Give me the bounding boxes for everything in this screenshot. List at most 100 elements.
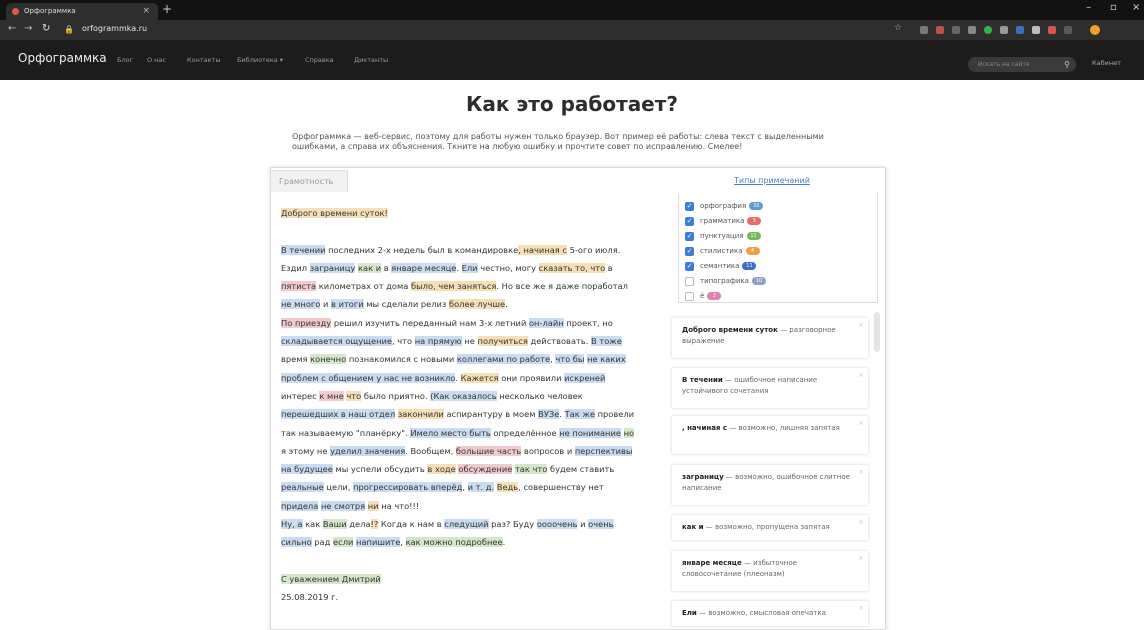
- menu-blog[interactable]: Блог: [117, 56, 133, 64]
- extension-icon[interactable]: [1064, 26, 1072, 34]
- back-icon[interactable]: ←: [8, 23, 16, 34]
- close-tab-icon[interactable]: ×: [142, 3, 150, 20]
- error-highlight[interactable]: конечно: [310, 354, 347, 365]
- error-highlight[interactable]: Ели: [461, 262, 478, 273]
- note-close-icon[interactable]: ×: [858, 517, 864, 528]
- error-highlight[interactable]: в итоги: [331, 299, 364, 310]
- error-highlight[interactable]: большие часть: [455, 445, 522, 456]
- forward-icon[interactable]: →: [24, 23, 32, 34]
- error-highlight[interactable]: он-лайн: [528, 317, 564, 328]
- error-highlight[interactable]: закончили: [397, 409, 444, 420]
- error-highlight[interactable]: коллегами по работе: [456, 354, 551, 365]
- error-highlight[interactable]: пятиста: [281, 281, 317, 292]
- error-highlight[interactable]: что: [346, 390, 362, 401]
- extension-icon[interactable]: [936, 26, 944, 34]
- site-logo[interactable]: Орфограммка: [18, 51, 107, 65]
- error-highlight[interactable]: на прямую: [414, 336, 462, 347]
- extension-icon[interactable]: [1016, 26, 1024, 34]
- checkbox-checked-icon[interactable]: ✓: [685, 246, 694, 256]
- error-highlight[interactable]: как можно подробнее: [405, 537, 503, 548]
- checkbox-empty-icon[interactable]: [685, 276, 694, 286]
- error-highlight[interactable]: Доброго времени суток!: [281, 208, 388, 218]
- checkbox-checked-icon[interactable]: ✓: [685, 216, 694, 226]
- note-types-link[interactable]: Типы примечаний: [734, 176, 810, 185]
- error-highlight[interactable]: (Как оказалось: [430, 390, 497, 401]
- cabinet-link[interactable]: Кабинет: [1092, 59, 1121, 67]
- note-card[interactable]: как и — возможно, пропущена запятая ×: [672, 515, 868, 540]
- extension-icon[interactable]: [1048, 26, 1056, 34]
- note-card[interactable]: заграницу — возможно, ошибочное слитное …: [672, 465, 868, 505]
- checkbox-checked-icon[interactable]: ✓: [685, 261, 694, 271]
- maximize-icon[interactable]: ▫: [1110, 2, 1117, 13]
- error-highlight[interactable]: Так же: [564, 409, 595, 420]
- error-highlight[interactable]: В течении: [281, 244, 326, 255]
- filter-checkbox[interactable]: ✓ пунктуация 11: [685, 230, 835, 242]
- error-highlight[interactable]: более лучше: [448, 299, 506, 310]
- search-icon[interactable]: ⚲: [1064, 57, 1070, 72]
- error-highlight[interactable]: если: [333, 537, 354, 548]
- error-highlight[interactable]: заграницу: [309, 262, 356, 273]
- minimize-icon[interactable]: –: [1086, 2, 1091, 13]
- extension-icon[interactable]: [952, 26, 960, 34]
- filter-checkbox[interactable]: ✓ грамматика 5: [685, 215, 835, 227]
- note-card[interactable]: Ели — возможно, смысловая опечатка ×: [672, 601, 868, 626]
- browser-tab[interactable]: Орфограммка ×: [6, 3, 158, 20]
- menu-about[interactable]: О нас: [147, 56, 166, 64]
- error-highlight[interactable]: сказать то, что: [538, 262, 606, 273]
- error-highlight[interactable]: ни: [367, 500, 379, 511]
- error-highlight[interactable]: очень: [588, 519, 614, 530]
- extension-icon[interactable]: [984, 26, 992, 34]
- error-highlight[interactable]: Ваши: [322, 519, 347, 530]
- error-highlight[interactable]: прогрессировать вперёд: [353, 482, 463, 493]
- extension-icon[interactable]: [920, 26, 928, 34]
- note-close-icon[interactable]: ×: [858, 467, 864, 478]
- profile-avatar[interactable]: [1090, 25, 1100, 35]
- error-highlight[interactable]: не смотря: [320, 500, 366, 511]
- error-highlight[interactable]: искреней: [564, 372, 606, 383]
- filter-checkbox[interactable]: ✓ орфография 33: [685, 200, 835, 212]
- bookmark-star-icon[interactable]: ☆: [894, 23, 902, 33]
- error-highlight[interactable]: на будущее: [281, 464, 333, 475]
- error-highlight[interactable]: к мне: [319, 390, 344, 401]
- error-highlight[interactable]: перспективы: [574, 445, 633, 456]
- note-close-icon[interactable]: ×: [858, 320, 864, 331]
- checkbox-empty-icon[interactable]: [685, 291, 694, 301]
- error-highlight[interactable]: придела: [281, 500, 319, 511]
- note-card[interactable]: январе месяце — избыточное словосочетани…: [672, 551, 868, 591]
- checkbox-checked-icon[interactable]: ✓: [685, 201, 694, 211]
- error-highlight[interactable]: не понимание: [559, 427, 621, 438]
- error-highlight[interactable]: В тоже: [591, 336, 622, 347]
- note-close-icon[interactable]: ×: [858, 603, 864, 614]
- error-highlight[interactable]: реальные: [281, 482, 324, 493]
- error-highlight[interactable]: уделил значения: [330, 445, 406, 456]
- menu-contacts[interactable]: Контакты: [187, 56, 220, 64]
- error-highlight[interactable]: Ну, а: [281, 519, 303, 530]
- error-highlight[interactable]: было, чем заняться: [410, 281, 497, 292]
- note-close-icon[interactable]: ×: [858, 418, 864, 429]
- close-window-icon[interactable]: ×: [1132, 2, 1140, 13]
- filter-checkbox[interactable]: ✓ стилистика 4: [685, 245, 835, 257]
- menu-help[interactable]: Справка: [305, 56, 334, 64]
- error-highlight[interactable]: перешедших в наш отдел: [281, 409, 396, 420]
- error-highlight[interactable]: проблем с общением у нас не возникло: [281, 372, 456, 383]
- url-field[interactable]: orfogrammka.ru: [82, 24, 147, 33]
- reload-icon[interactable]: ↻: [42, 23, 50, 34]
- error-highlight[interactable]: не много: [281, 299, 321, 310]
- error-highlight[interactable]: С уважением Дмитрий: [281, 573, 381, 584]
- error-highlight[interactable]: складывается ощущение: [281, 336, 392, 347]
- note-card[interactable]: , начиная с — возможно, лишняя запятая ×: [672, 416, 868, 454]
- error-highlight[interactable]: следущий: [444, 519, 489, 530]
- error-highlight[interactable]: но: [623, 427, 635, 438]
- error-highlight[interactable]: Кажется: [460, 372, 499, 383]
- filter-checkbox[interactable]: ✓ семантика 11: [685, 260, 835, 272]
- site-search-input[interactable]: Искать на сайте ⚲: [968, 57, 1076, 72]
- extension-icon[interactable]: [968, 26, 976, 34]
- tab-grammar[interactable]: Грамотность: [270, 170, 348, 192]
- filter-checkbox[interactable]: типографика 10: [685, 275, 835, 287]
- extension-icon[interactable]: [1032, 26, 1040, 34]
- notes-scrollbar[interactable]: [874, 312, 880, 352]
- note-card[interactable]: В течении — ошибочное написание устойчив…: [672, 368, 868, 408]
- error-highlight[interactable]: получиться: [477, 336, 528, 347]
- checkbox-checked-icon[interactable]: ✓: [685, 231, 694, 241]
- error-highlight[interactable]: По приезду: [281, 317, 332, 328]
